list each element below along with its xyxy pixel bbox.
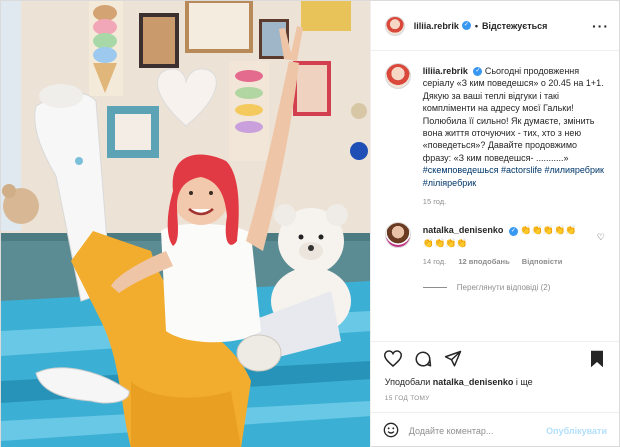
more-options-icon[interactable]: ··· — [592, 18, 609, 34]
verified-badge-icon: ✓ — [473, 67, 483, 77]
comments-area[interactable]: liliia.rebrik ✓ Сьогодні продовження сер… — [371, 51, 619, 341]
photo-illustration — [1, 1, 370, 447]
smile-icon[interactable] — [383, 422, 399, 440]
commenter-avatar[interactable] — [384, 222, 411, 249]
author-avatar[interactable] — [384, 15, 405, 36]
bookmark-icon[interactable] — [587, 349, 607, 369]
heart-icon[interactable] — [383, 349, 403, 369]
comment-likes[interactable]: 12 вподобань — [458, 257, 509, 266]
comment-like-heart-icon[interactable]: ♡ — [597, 232, 605, 243]
comment-input[interactable]: Додайте коментар... — [409, 426, 546, 436]
caption-time[interactable]: 15 год. — [423, 197, 446, 206]
post-side-panel: liliia.rebrik ✓ • Відстежується ··· lili… — [369, 1, 619, 447]
caption-meta: 15 год. — [423, 196, 605, 208]
comment-item: natalka_denisenko ✓ 👏👏👏👏👏👏👏👏👏 14 год. 12… — [384, 222, 605, 268]
verified-badge-icon: ✓ — [461, 21, 471, 30]
view-replies[interactable]: Переглянути відповіді (2) — [422, 283, 605, 292]
caption-username[interactable]: liliia.rebrik — [423, 66, 468, 76]
comment-time[interactable]: 14 год. — [423, 257, 446, 266]
liked-by-prefix: Уподобали — [384, 377, 431, 387]
instagram-post: liliia.rebrik ✓ • Відстежується ··· lili… — [0, 0, 620, 447]
caption-hashtags[interactable]: #скемповедешься #actorslife #лилияребрик… — [423, 164, 605, 189]
caption-body: liliia.rebrik ✓ Сьогодні продовження сер… — [423, 65, 605, 208]
caption: liliia.rebrik ✓ Сьогодні продовження сер… — [384, 63, 605, 208]
publish-button[interactable]: Опублікувати — [546, 426, 607, 436]
add-comment-bar: Додайте коментар... Опублікувати — [370, 412, 619, 447]
post-photo[interactable] — [1, 1, 370, 447]
post-timestamp[interactable]: 15 ГОД ТОМУ — [371, 387, 619, 412]
author-username[interactable]: liliia.rebrik — [414, 21, 459, 31]
separator-dot: • — [474, 20, 478, 31]
following-button[interactable]: Відстежується — [482, 21, 547, 31]
liked-by: Уподобали natalka_denisenko і ще — [371, 375, 619, 387]
liked-by-user[interactable]: natalka_denisenko — [433, 377, 514, 387]
caption-avatar[interactable] — [384, 63, 411, 89]
comment-meta: 14 год. 12 вподобань Відповісти — [423, 256, 587, 268]
comment-icon[interactable] — [413, 349, 433, 369]
caption-text: Сьогодні продовження серіалу «З ким пове… — [422, 66, 604, 163]
replies-divider — [422, 286, 447, 288]
commenter-username[interactable]: natalka_denisenko — [423, 225, 504, 235]
verified-badge-icon: ✓ — [508, 226, 518, 236]
share-icon[interactable] — [443, 349, 463, 369]
reply-button[interactable]: Відповісти — [522, 257, 563, 266]
liked-by-suffix[interactable]: і ще — [516, 377, 533, 387]
view-replies-label[interactable]: Переглянути відповіді (2) — [457, 283, 551, 292]
post-header: liliia.rebrik ✓ • Відстежується ··· — [370, 1, 619, 51]
action-bar — [370, 341, 619, 375]
comment-body: natalka_denisenko ✓ 👏👏👏👏👏👏👏👏👏 14 год. 12… — [423, 224, 605, 268]
